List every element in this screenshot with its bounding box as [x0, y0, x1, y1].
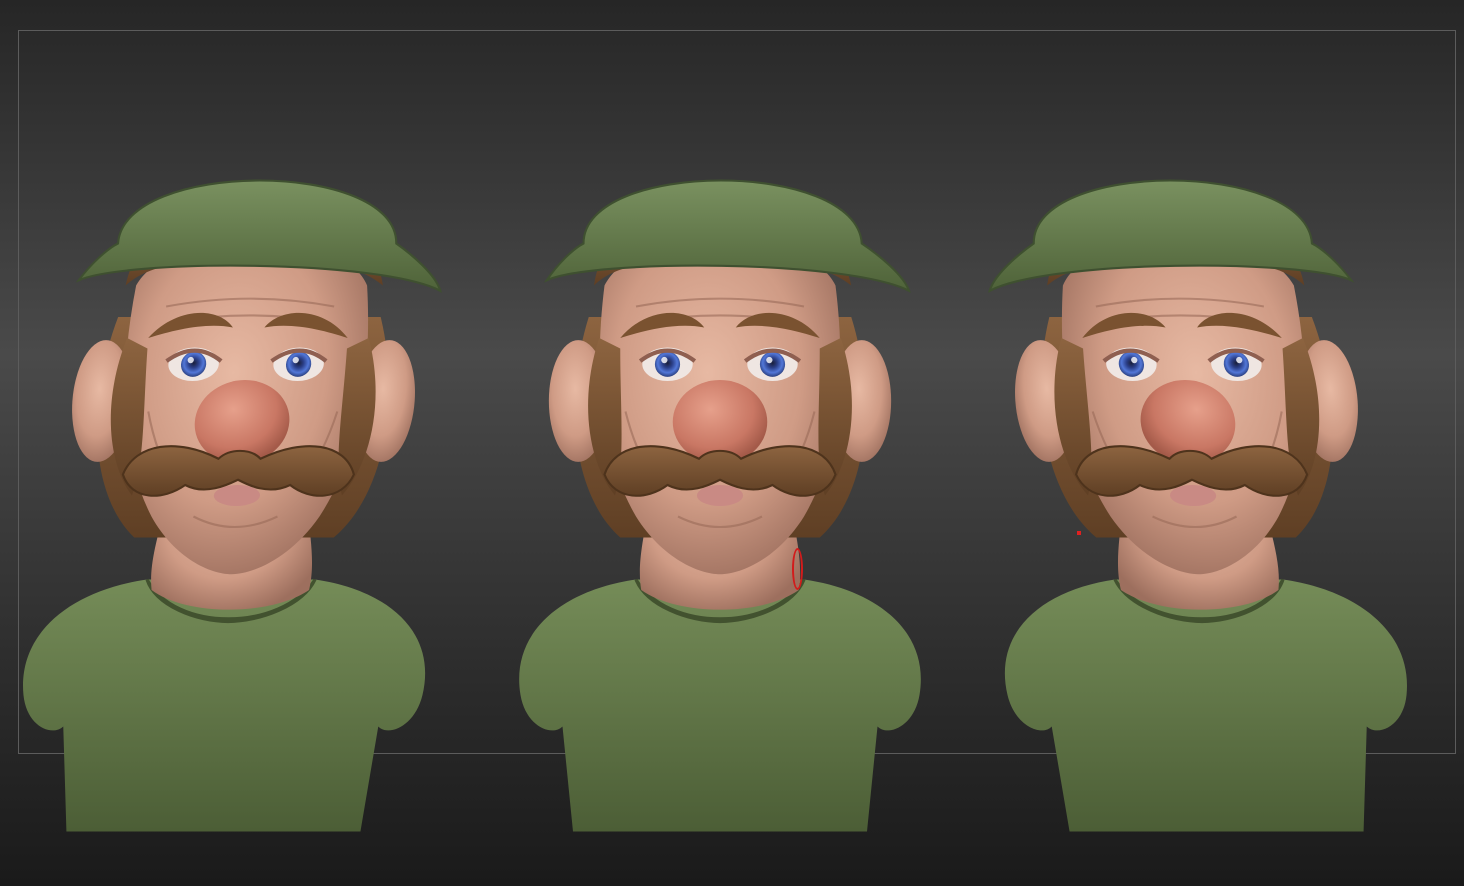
pivot-marker-icon: [1077, 531, 1081, 535]
brush-cursor-icon: [792, 548, 803, 590]
bust-view-right: [970, 181, 1417, 832]
bust-view-left: [13, 181, 460, 832]
bust-view-front: [519, 181, 921, 832]
sculpt-render: [0, 0, 1464, 886]
sculpt-viewport[interactable]: [0, 0, 1464, 886]
